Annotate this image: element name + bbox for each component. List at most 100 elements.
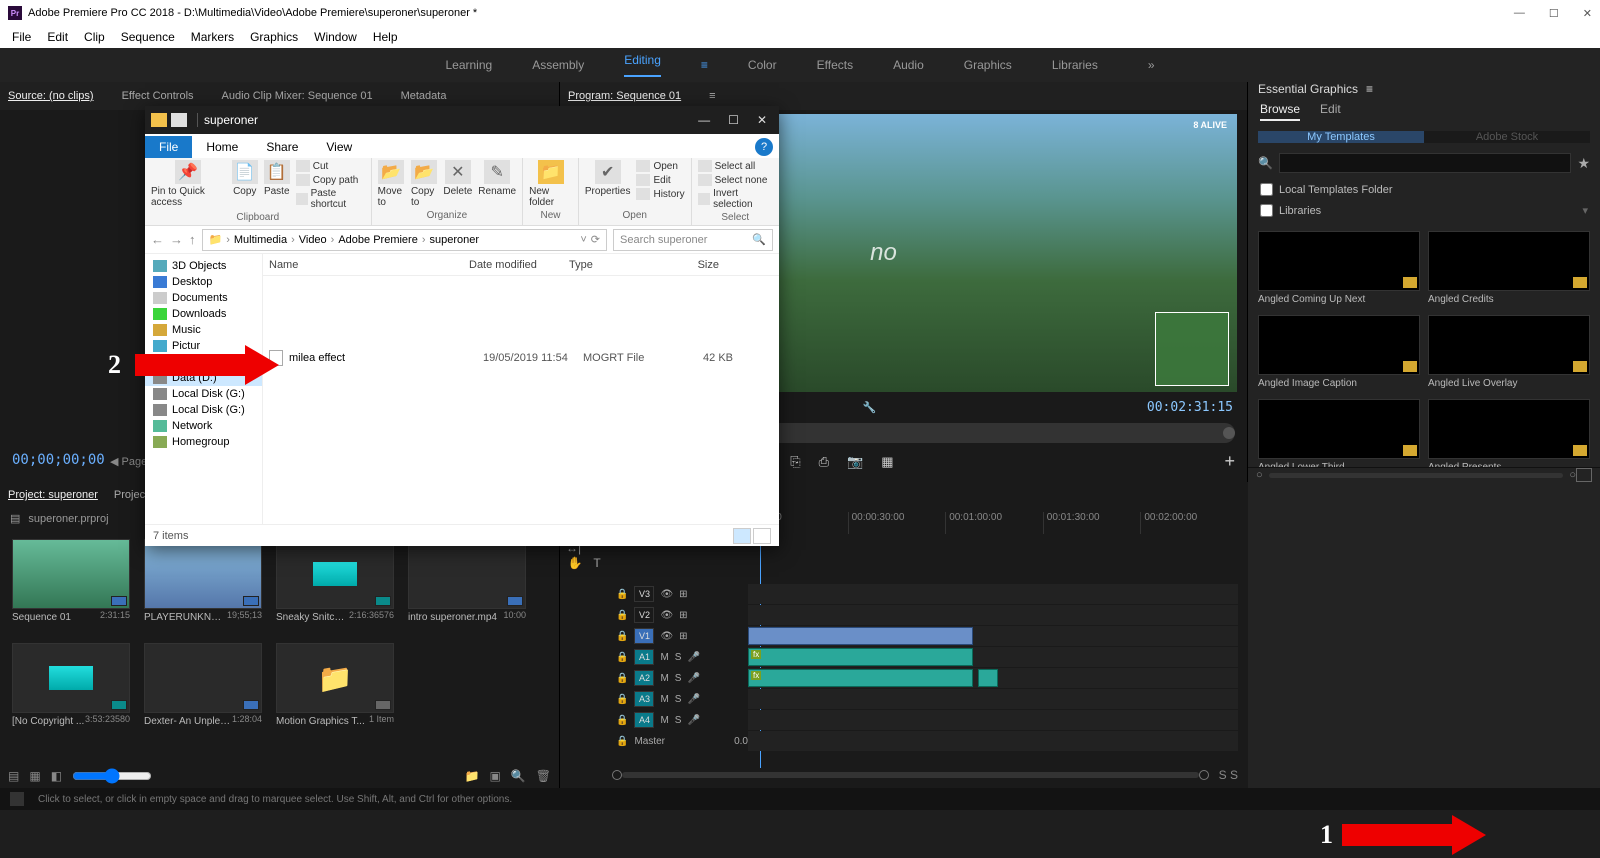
ribbon-tab-file[interactable]: File <box>145 136 192 158</box>
timeline-ruler[interactable]: :00:00 00:00:30:00 00:01:00:00 00:01:30:… <box>750 512 1238 534</box>
track-body[interactable]: fx <box>748 647 1238 667</box>
close-button[interactable]: ✕ <box>1583 7 1592 20</box>
col-type[interactable]: Type <box>569 259 659 271</box>
tree-node[interactable]: Local Disk (G:) <box>145 386 262 402</box>
install-mogrt-button[interactable] <box>1576 468 1592 482</box>
trash-icon[interactable]: 🗑 <box>536 769 551 783</box>
col-size[interactable]: Size <box>659 259 719 271</box>
tree-node[interactable]: Music <box>145 322 262 338</box>
paste-button[interactable]: 📋Paste <box>264 160 290 197</box>
pin-quick-access[interactable]: 📌Pin to Quick access <box>151 160 226 208</box>
find-icon[interactable]: 🔍 <box>511 769 526 783</box>
eg-adobe-stock[interactable]: Adobe Stock <box>1424 131 1590 143</box>
ribbon-tab-share[interactable]: Share <box>252 136 312 158</box>
local-templates-check[interactable] <box>1260 183 1273 196</box>
tab-metadata[interactable]: Metadata <box>401 90 447 102</box>
type-tool-icon[interactable]: T <box>588 554 606 572</box>
eg-menu-icon[interactable]: ≡ <box>1366 82 1373 96</box>
cut-button[interactable]: Cut <box>296 160 365 172</box>
eg-zoom-slider[interactable] <box>1269 473 1564 478</box>
template-item[interactable]: Angled Live Overlay <box>1428 315 1590 389</box>
ws-learning[interactable]: Learning <box>445 58 492 72</box>
eg-browse-tab[interactable]: Browse <box>1260 102 1300 121</box>
menu-file[interactable]: File <box>4 30 39 44</box>
menu-markers[interactable]: Markers <box>183 30 242 44</box>
col-date[interactable]: Date modified <box>469 259 569 271</box>
col-name[interactable]: Name <box>269 259 469 271</box>
track-header[interactable]: 🔒A4MS🎤 <box>612 712 748 728</box>
template-item[interactable]: Angled Presents <box>1428 399 1590 467</box>
track-body[interactable] <box>748 605 1238 625</box>
copy-path-button[interactable]: Copy path <box>296 174 365 186</box>
template-item[interactable]: Angled Image Caption <box>1258 315 1420 389</box>
explorer-titlebar[interactable]: superoner — ☐ ✕ <box>145 106 779 134</box>
track-header[interactable]: 🔒V2👁⊞ <box>612 607 748 623</box>
tl-zoom-in[interactable] <box>1199 770 1209 780</box>
new-item-icon[interactable]: ▣ <box>489 769 500 783</box>
open-button[interactable]: Open <box>636 160 684 172</box>
tree-node[interactable]: Network <box>145 418 262 434</box>
invert-selection-button[interactable]: Invert selection <box>698 188 773 210</box>
track-body[interactable] <box>748 584 1238 604</box>
tree-node[interactable]: 3D Objects <box>145 258 262 274</box>
menu-help[interactable]: Help <box>365 30 406 44</box>
eg-search-input[interactable] <box>1279 153 1571 173</box>
explorer-maximize[interactable]: ☐ <box>728 113 739 127</box>
export-frame-icon[interactable]: 📷 <box>847 454 863 470</box>
add-marker-icon[interactable]: + <box>1224 451 1235 472</box>
tab-source[interactable]: Source: (no clips) <box>8 90 94 102</box>
menu-clip[interactable]: Clip <box>76 30 113 44</box>
eg-my-templates[interactable]: My Templates <box>1258 131 1424 143</box>
bin-item[interactable]: intro superoner.mp410:00 <box>408 539 526 623</box>
menu-graphics[interactable]: Graphics <box>242 30 306 44</box>
rename-button[interactable]: ✎Rename <box>478 160 516 197</box>
ws-effects[interactable]: Effects <box>817 58 853 72</box>
ws-overflow-icon[interactable]: » <box>1148 58 1155 72</box>
explorer-search[interactable]: Search superoner 🔍 <box>613 229 773 251</box>
ws-assembly[interactable]: Assembly <box>532 58 584 72</box>
track-header[interactable]: 🔒V3👁⊞ <box>612 586 748 602</box>
project-tab[interactable]: Project: superoner <box>8 489 98 501</box>
template-item[interactable]: Angled Lower Third <box>1258 399 1420 467</box>
list-view-icon[interactable]: ▤ <box>8 769 19 783</box>
tree-node[interactable]: Downloads <box>145 306 262 322</box>
menu-window[interactable]: Window <box>306 30 365 44</box>
file-row[interactable]: milea effect 19/05/2019 11:54 MOGRT File… <box>263 346 779 370</box>
bin-item[interactable]: Dexter- An Unpleas...1:28:04 <box>144 643 262 727</box>
favorites-icon[interactable]: ★ <box>1577 155 1590 172</box>
zoom-out-icon[interactable]: ○ <box>1256 469 1263 481</box>
track-header[interactable]: 🔒A3MS🎤 <box>612 691 748 707</box>
bin-item[interactable]: Sneaky Snitch ...2:16:36576 <box>276 539 394 623</box>
details-view-icon[interactable] <box>733 528 751 544</box>
tree-node[interactable]: Documents <box>145 290 262 306</box>
maximize-button[interactable]: ☐ <box>1549 7 1559 20</box>
breadcrumb-dropdown-icon[interactable]: ˅ <box>580 234 586 246</box>
tree-node[interactable]: Local Disk (G:) <box>145 402 262 418</box>
template-item[interactable]: Angled Coming Up Next <box>1258 231 1420 305</box>
extract-icon[interactable]: ⎙ <box>819 454 829 470</box>
track-body[interactable] <box>748 710 1238 730</box>
hand-tool-icon[interactable]: ✋ <box>566 554 584 572</box>
tree-node[interactable]: Desktop <box>145 274 262 290</box>
edit-button[interactable]: Edit <box>636 174 684 186</box>
track-body[interactable] <box>748 689 1238 709</box>
select-none-button[interactable]: Select none <box>698 174 773 186</box>
timeline-zoom-slider[interactable] <box>622 772 1199 778</box>
program-tab-menu-icon[interactable]: ≡ <box>709 90 715 102</box>
thumb-zoom-slider[interactable] <box>72 768 152 784</box>
minimize-button[interactable]: — <box>1514 7 1525 20</box>
wrench-icon[interactable]: 🔧 <box>862 401 876 414</box>
nav-up-icon[interactable]: ↑ <box>189 232 196 247</box>
bin-item[interactable]: Motion Graphics T...1 Item <box>276 643 394 727</box>
libraries-check[interactable] <box>1260 204 1273 217</box>
comparison-icon[interactable]: ▦ <box>881 454 893 470</box>
tab-program[interactable]: Program: Sequence 01 <box>568 90 681 102</box>
copy-to-button[interactable]: 📂Copy to <box>411 160 437 208</box>
icon-view-icon[interactable]: ▦ <box>29 769 40 783</box>
nav-forward-icon[interactable]: → <box>170 232 183 247</box>
bin-item[interactable]: Sequence 012:31:15 <box>12 539 130 623</box>
bin-item[interactable]: [No Copyright ...3:53:23580 <box>12 643 130 727</box>
explorer-close[interactable]: ✕ <box>757 113 767 127</box>
freeform-view-icon[interactable]: ◧ <box>51 769 62 783</box>
tab-audio-mixer[interactable]: Audio Clip Mixer: Sequence 01 <box>222 90 373 102</box>
